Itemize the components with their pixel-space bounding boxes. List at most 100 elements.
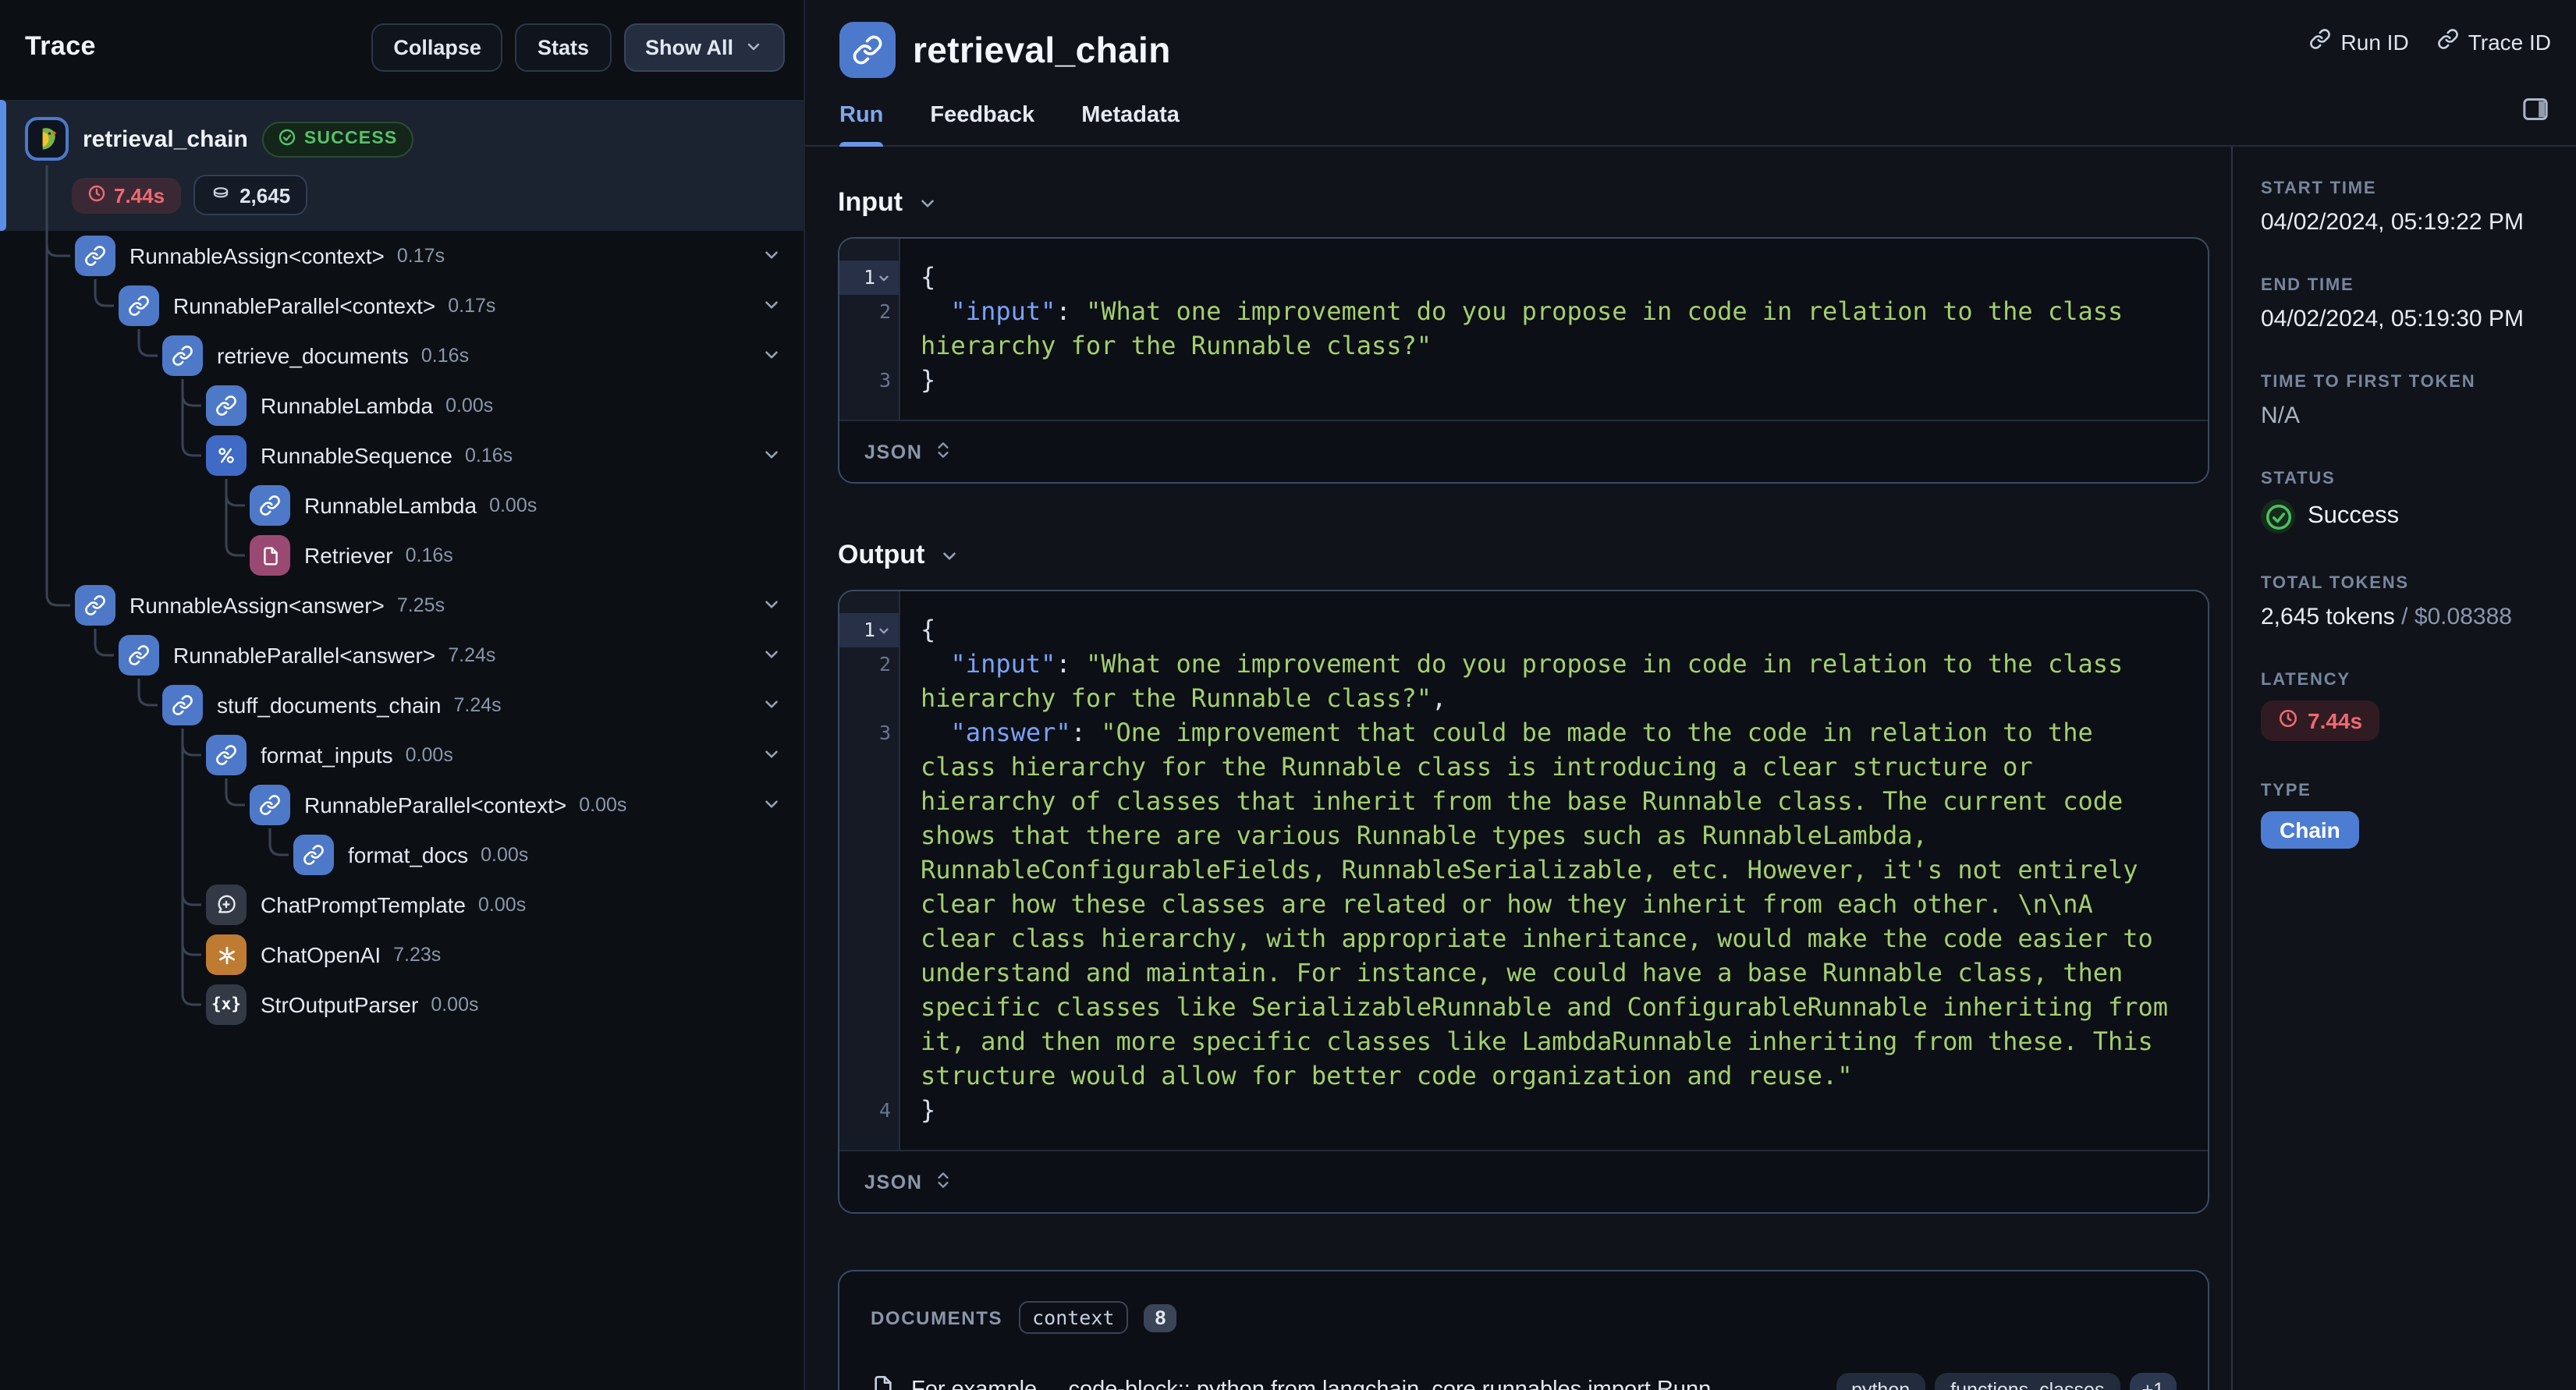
- tree-node-row[interactable]: format_docs 0.00s: [0, 830, 804, 880]
- tree-node-row[interactable]: format_inputs 0.00s: [0, 730, 804, 780]
- chevron-down-icon[interactable]: [761, 594, 782, 622]
- ttft-value: N/A: [2261, 402, 2301, 429]
- document-tag-pill[interactable]: functions_classes: [1935, 1373, 2120, 1390]
- chevron-down-icon[interactable]: [761, 744, 782, 772]
- tree-node-row[interactable]: RunnableLambda 0.00s: [0, 381, 804, 431]
- total-tokens-value: 2,645 tokens / $0.08388: [2261, 604, 2512, 630]
- tree-node-duration: 0.00s: [481, 844, 529, 866]
- tree-node-duration: 0.16s: [465, 445, 513, 466]
- run-header: retrieval_chain: [805, 0, 2231, 81]
- fold-chevron-icon[interactable]: [877, 261, 891, 295]
- tree-node-row[interactable]: RunnableParallel<context> 0.00s: [0, 780, 804, 830]
- tree-node-duration: 0.00s: [445, 395, 494, 417]
- input-json-card: 1{2 "input": "What one improvement do yo…: [838, 237, 2209, 484]
- tree-node-row[interactable]: RunnableAssign<context> 0.17s: [0, 231, 804, 281]
- tree-node-row[interactable]: RunnableSequence 0.16s: [0, 431, 804, 480]
- line-number[interactable]: 1: [839, 613, 899, 647]
- tree-node-row[interactable]: RunnableLambda 0.00s: [0, 480, 804, 530]
- chain-icon: [206, 735, 247, 775]
- output-section-header[interactable]: Output: [838, 540, 2209, 571]
- sequence-icon: [206, 435, 247, 476]
- chain-icon: [206, 385, 247, 426]
- tree-node-row[interactable]: {x} StrOutputParser 0.00s: [0, 980, 804, 1030]
- tree-node-row[interactable]: RunnableParallel<answer> 7.24s: [0, 630, 804, 680]
- input-section-header[interactable]: Input: [838, 187, 2209, 218]
- line-number[interactable]: 3: [839, 363, 899, 398]
- document-list-item[interactable]: For example, .. code-block:: python from…: [871, 1373, 2177, 1390]
- clock-icon: [2278, 708, 2298, 733]
- chevron-down-icon[interactable]: [761, 794, 782, 822]
- type-section: TYPE Chain: [2261, 782, 2554, 849]
- tree-node-row[interactable]: retrieve_documents 0.16s: [0, 331, 804, 381]
- root-run-name: retrieval_chain: [83, 126, 248, 152]
- parser-icon: {x}: [206, 984, 247, 1025]
- chevron-down-icon[interactable]: [761, 245, 782, 273]
- chain-icon: [293, 835, 334, 875]
- line-number[interactable]: 4: [839, 1094, 899, 1128]
- document-tag-pill[interactable]: python: [1836, 1373, 1926, 1390]
- documents-header: DOCUMENTS context 8: [871, 1301, 2177, 1334]
- code-content: "answer": "One improvement that could be…: [921, 718, 2184, 1090]
- tree-node-duration: 0.00s: [478, 894, 527, 916]
- chain-icon: [75, 236, 115, 276]
- chevron-down-icon[interactable]: [761, 445, 782, 473]
- chain-link-icon: [839, 22, 896, 78]
- code-line: 2 "input": "What one improvement do you …: [839, 647, 2208, 716]
- chevron-down-icon[interactable]: [761, 295, 782, 323]
- tab-run[interactable]: Run: [839, 103, 884, 147]
- line-number[interactable]: 3: [839, 716, 899, 1094]
- line-number[interactable]: 1: [839, 261, 899, 295]
- code-line: 3 "answer": "One improvement that could …: [839, 716, 2208, 1094]
- token-icon: [210, 183, 230, 207]
- end-time-section: END TIME 04/02/2024, 05:19:30 PM: [2261, 276, 2554, 332]
- tree-node-duration: 0.00s: [579, 794, 627, 816]
- output-code-lines: 1 {2 "input": "What one improvement do yo…: [839, 613, 2208, 1128]
- tree-node-row[interactable]: RunnableAssign<answer> 7.25s: [0, 580, 804, 630]
- status-value: Success: [2261, 499, 2554, 534]
- output-format-selector[interactable]: JSON: [839, 1150, 2208, 1212]
- trace-id-button[interactable]: Trace ID: [2437, 28, 2551, 55]
- prompt-icon: [206, 885, 247, 925]
- output-code-editor: 1 {2 "input": "What one improvement do yo…: [839, 591, 2208, 1150]
- tree-node-duration: 0.16s: [405, 544, 453, 566]
- fold-chevron-icon[interactable]: [877, 613, 891, 647]
- chevron-down-icon: [917, 193, 937, 213]
- retriever-icon: [250, 535, 290, 576]
- tree-root-row[interactable]: retrieval_chain SUCCESS 7.44s 2,645: [0, 100, 804, 231]
- input-code-editor: 1{2 "input": "What one improvement do yo…: [839, 239, 2208, 420]
- chevron-down-icon[interactable]: [761, 694, 782, 722]
- sidebar-content: START TIME 04/02/2024, 05:19:22 PM END T…: [2231, 147, 2576, 1390]
- tree-node-row[interactable]: Retriever 0.16s: [0, 530, 804, 580]
- chain-icon: [162, 335, 203, 376]
- documents-key-badge[interactable]: context: [1018, 1301, 1129, 1334]
- run-id-button[interactable]: Run ID: [2310, 28, 2409, 55]
- sort-arrows-icon: [934, 1169, 954, 1194]
- tree-node-row[interactable]: ChatPromptTemplate 0.00s: [0, 880, 804, 930]
- tree-node-duration: 0.16s: [420, 345, 470, 367]
- tree-node-row[interactable]: ChatOpenAI 7.23s: [0, 930, 804, 980]
- line-number[interactable]: 2: [839, 295, 899, 363]
- tree-node-label: stuff_documents_chain: [217, 693, 442, 718]
- more-tags-pill[interactable]: +1: [2129, 1373, 2177, 1390]
- tree-node-row[interactable]: RunnableParallel<context> 0.17s: [0, 281, 804, 331]
- tree-node-label: RunnableAssign<answer>: [130, 593, 385, 618]
- chevron-down-icon[interactable]: [761, 345, 782, 373]
- chain-icon: [250, 785, 290, 825]
- line-number[interactable]: 2: [839, 647, 899, 716]
- page-title: retrieval_chain: [913, 29, 1171, 69]
- tree-node-row[interactable]: stuff_documents_chain 7.24s: [0, 680, 804, 730]
- tree-node-label: retrieve_documents: [217, 343, 409, 368]
- sort-arrows-icon: [934, 439, 954, 464]
- code-content: {: [921, 615, 936, 644]
- input-format-selector[interactable]: JSON: [839, 420, 2208, 482]
- latency-badge: 7.44s: [2261, 700, 2380, 741]
- root-tokens-badge: 2,645: [193, 175, 308, 215]
- code-line: 3}: [839, 363, 2208, 398]
- tree-node-label: format_inputs: [261, 743, 393, 768]
- panel-toggle-icon[interactable]: [2520, 94, 2551, 133]
- tree-node-label: ChatOpenAI: [261, 942, 381, 967]
- chain-icon: [75, 585, 115, 626]
- chevron-down-icon[interactable]: [761, 644, 782, 672]
- tab-metadata[interactable]: Metadata: [1081, 103, 1180, 145]
- tab-feedback[interactable]: Feedback: [930, 103, 1034, 145]
